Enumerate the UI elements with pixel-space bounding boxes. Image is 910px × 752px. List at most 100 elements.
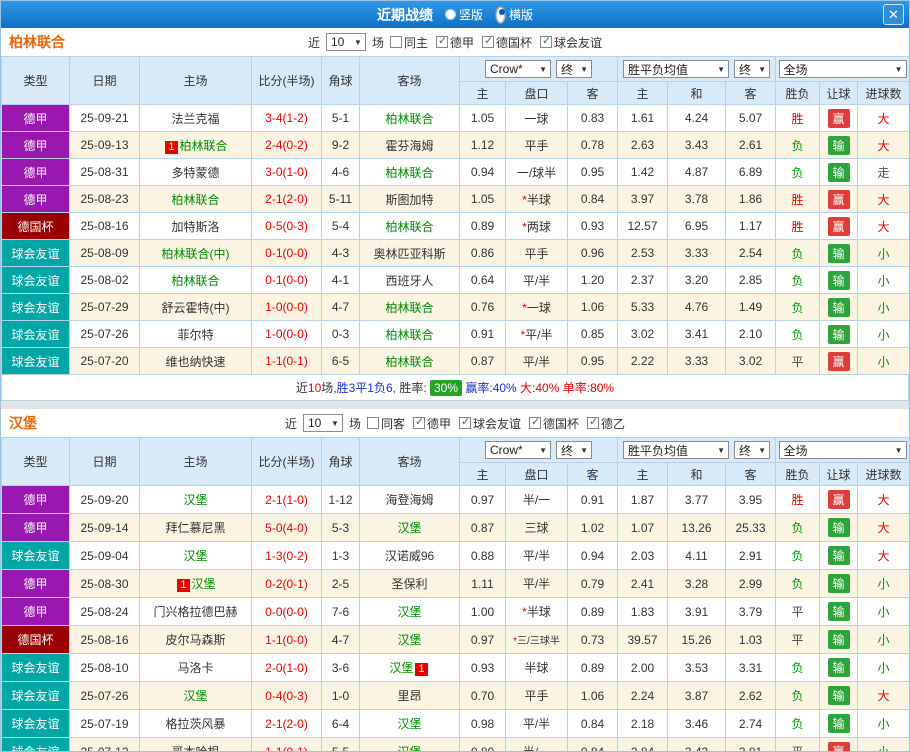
odds-away: 0.83 <box>567 104 618 132</box>
avg-draw: 3.77 <box>667 485 726 514</box>
team-name[interactable]: 维也纳快速 <box>165 355 225 369</box>
score: 1-3(0-2) <box>251 541 322 570</box>
team-name[interactable]: 汉堡 <box>397 633 421 647</box>
team-name[interactable]: 柏林联合 <box>180 139 228 153</box>
avg-time-select[interactable]: 终 ▼ <box>734 441 770 459</box>
avg-type-select[interactable]: 胜平负均值 ▼ <box>623 60 729 78</box>
checkbox-icon <box>366 417 379 429</box>
team-name[interactable]: 汉堡 <box>389 661 413 675</box>
avg-time-select[interactable]: 终 ▼ <box>734 60 770 78</box>
team-name[interactable]: 马洛卡 <box>177 661 213 675</box>
team-cell: 柏林联合 <box>359 104 460 132</box>
col-score: 比分(半场) <box>251 56 322 105</box>
scope-select[interactable]: 全场 ▼ <box>778 60 907 78</box>
filter-checkbox[interactable]: 球会友谊 <box>459 415 521 432</box>
avg-type-select[interactable]: 胜平负均值 ▼ <box>623 441 729 459</box>
filter-checkbox[interactable]: 德甲 <box>436 34 474 51</box>
team-name[interactable]: 加特斯洛 <box>171 220 219 234</box>
team-name[interactable]: 柏林联合 <box>171 193 219 207</box>
team-name[interactable]: 皮尔马森斯 <box>165 633 225 647</box>
team-name[interactable]: 斯图加特 <box>385 193 433 207</box>
odds-time-select[interactable]: 终 ▼ <box>556 441 592 459</box>
team-name[interactable]: 柏林联合 <box>385 166 433 180</box>
team-name[interactable]: 柏林联合 <box>385 355 433 369</box>
team-name[interactable]: 柏林联合 <box>385 220 433 234</box>
team-name[interactable]: 门兴格拉德巴赫 <box>153 605 237 619</box>
filter-checkboxes: 同主 德甲 德国杯 球会友谊 <box>389 34 602 51</box>
odds-source-select[interactable]: Crow* ▼ <box>485 60 551 78</box>
matches-tbody: 德甲 25-09-20 汉堡 2-1(1-0) 1-12 海登海姆 0.97 半/一 0.91 1… <box>1 485 909 751</box>
team-name[interactable]: 柏林联合 <box>385 328 433 342</box>
avg-home-win: 3.02 <box>617 320 668 348</box>
result-wdl: 平 <box>775 625 821 654</box>
team-name[interactable]: 菲尔特 <box>177 328 213 342</box>
team-name[interactable]: 西班牙人 <box>385 274 433 288</box>
team-name[interactable]: 柏林联合 <box>385 112 433 126</box>
filter-checkbox[interactable]: 德乙 <box>587 415 625 432</box>
team-cell: 海登海姆 <box>359 485 460 514</box>
star-mark: * <box>513 636 518 647</box>
filter-checkbox[interactable]: 德国杯 <box>529 415 579 432</box>
col-date: 日期 <box>69 56 140 105</box>
team-name[interactable]: 汉堡 <box>397 717 421 731</box>
team-name[interactable]: 法兰克福 <box>171 112 219 126</box>
team-cell: 奥林匹亚科斯 <box>359 239 460 267</box>
team-name[interactable]: 柏林联合 <box>171 274 219 288</box>
radio-vertical-layout[interactable]: 竖版 <box>444 6 483 23</box>
close-icon[interactable]: ✕ <box>883 4 904 25</box>
odds-time-select[interactable]: 终 ▼ <box>556 60 592 78</box>
handicap-result: 赢 <box>819 185 859 213</box>
team-name[interactable]: 里昂 <box>397 689 421 703</box>
team-name[interactable]: 汉堡 <box>397 745 421 751</box>
team-name[interactable]: 汉诺威96 <box>385 549 434 563</box>
odds-home: 0.86 <box>459 239 506 267</box>
odds-home: 1.12 <box>459 131 506 159</box>
filter-checkbox[interactable]: 同客 <box>366 415 405 432</box>
handicap-badge: 输 <box>827 686 850 705</box>
team-name[interactable]: 圣保利 <box>391 577 427 591</box>
team-name[interactable]: 柏林联合(中) <box>162 247 230 261</box>
filter-checkbox[interactable]: 德甲 <box>412 415 451 432</box>
filter-checkbox[interactable]: 同主 <box>389 34 428 51</box>
near-label: 近 <box>307 35 320 50</box>
result-wdl: 负 <box>775 266 821 294</box>
corners: 4-1 <box>321 266 360 294</box>
team-name[interactable]: 汉堡 <box>183 689 207 703</box>
league-type: 德国杯 <box>1 212 70 240</box>
team-cell: 柏林联合 <box>359 212 460 240</box>
filter-checkbox[interactable]: 球会友谊 <box>540 34 602 51</box>
team-name[interactable]: 汉堡 <box>183 493 207 507</box>
avg-draw: 3.46 <box>667 709 726 738</box>
radio-horizontal-layout[interactable]: 横版 <box>495 5 533 24</box>
match-count-select[interactable]: 10 ▼ <box>325 33 366 51</box>
team-name[interactable]: 拜仁慕尼黑 <box>165 521 225 535</box>
corners: 5-5 <box>321 737 360 751</box>
team-name[interactable]: 汉堡 <box>397 605 421 619</box>
team-name[interactable]: 哥本哈根 <box>171 745 219 751</box>
team-name[interactable]: 海登海姆 <box>385 493 433 507</box>
team-name[interactable]: 霍芬海姆 <box>385 139 433 153</box>
odds-home: 0.76 <box>459 293 506 321</box>
team-name[interactable]: 奥林匹亚科斯 <box>373 247 445 261</box>
corners: 6-5 <box>321 347 360 375</box>
team-name[interactable]: 柏林联合 <box>385 301 433 315</box>
team-name[interactable]: 舒云霍特(中) <box>162 301 230 315</box>
team-name[interactable]: 汉堡 <box>397 521 421 535</box>
odds-away: 0.93 <box>567 212 618 240</box>
scope-select[interactable]: 全场 ▼ <box>778 441 907 459</box>
team-name[interactable]: 格拉茨风暴 <box>165 717 225 731</box>
odds-source-select[interactable]: Crow* ▼ <box>485 441 551 459</box>
col-corner: 角球 <box>321 437 360 486</box>
odds-away: 0.84 <box>567 737 618 751</box>
team-name[interactable]: 汉堡 <box>183 549 207 563</box>
goals-over-under: 大 <box>857 131 909 159</box>
team-section-hamburg: 汉堡 近 10▼ 场 同客德甲球会友谊德国杯德乙 类型 日期 主场 比分(半 <box>1 409 909 751</box>
filter-checkbox[interactable]: 德国杯 <box>482 34 532 51</box>
avg-draw: 13.26 <box>667 513 726 542</box>
col-avg-draw: 和 <box>667 81 726 105</box>
match-count-select[interactable]: 10 ▼ <box>302 414 343 432</box>
team-cell: 斯图加特 <box>359 185 460 213</box>
select-value: 全场 <box>783 62 808 77</box>
team-name[interactable]: 汉堡 <box>192 577 216 591</box>
team-name[interactable]: 多特蒙德 <box>171 166 219 180</box>
